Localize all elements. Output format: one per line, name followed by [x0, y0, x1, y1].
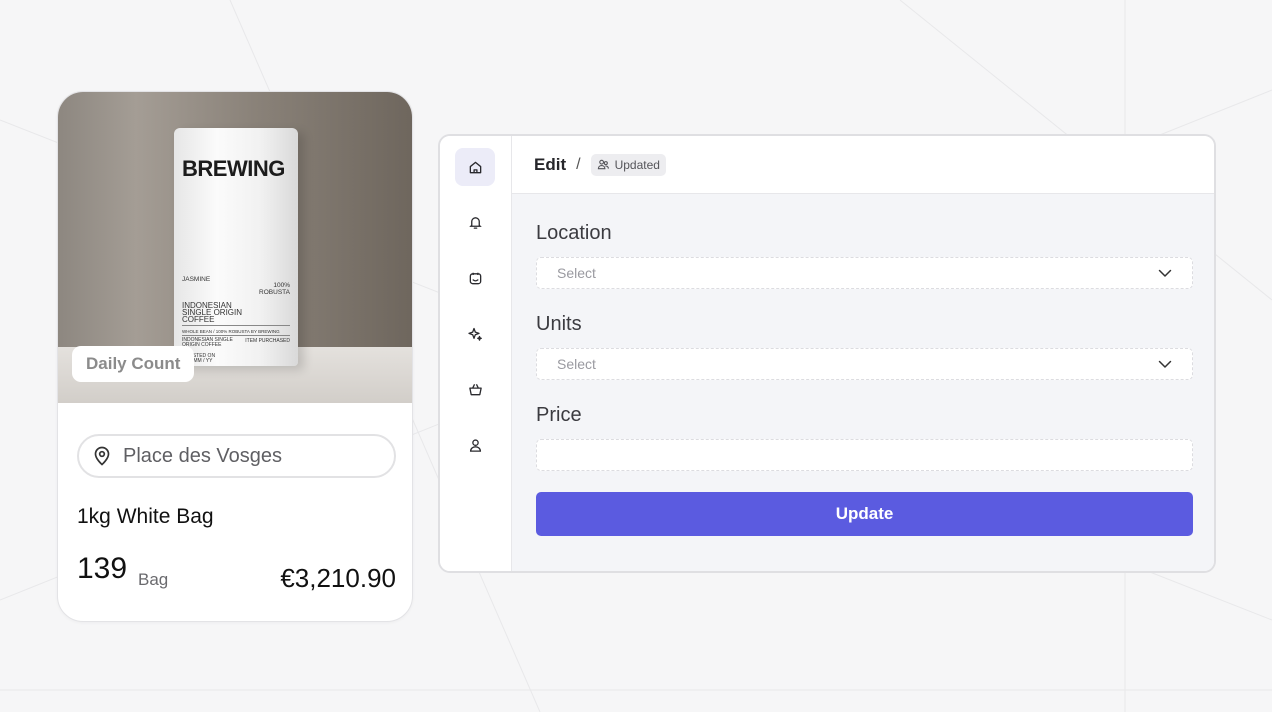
product-quantity: 139 [77, 552, 128, 585]
breadcrumb-title[interactable]: Edit [534, 155, 566, 175]
calendar-icon [468, 271, 483, 286]
sidebar-item-profile[interactable] [455, 426, 495, 464]
product-photo: BREWING JASMINE 100% ROBUSTA INDONESIAN … [58, 92, 412, 403]
bag-robusta-line2: ROBUSTA [259, 289, 290, 296]
update-button[interactable]: Update [536, 492, 1193, 536]
sidebar-item-highlights[interactable] [455, 315, 495, 353]
bag-origin-text: INDONESIAN SINGLE ORIGIN COFFEE [182, 301, 243, 324]
user-icon [468, 438, 483, 453]
sparkle-icon [467, 326, 483, 342]
home-icon [468, 160, 483, 175]
coffee-bag-image: BREWING JASMINE 100% ROBUSTA INDONESIAN … [174, 128, 298, 366]
units-select[interactable]: Select [536, 348, 1193, 380]
bag-bean-text: WHOLE BEAN / 100% ROBUSTA BY BREWING [182, 329, 280, 334]
units-label: Units [536, 313, 582, 335]
breadcrumb: Edit / Updated [512, 136, 1214, 194]
breadcrumb-separator: / [576, 155, 581, 173]
sidebar-item-calendar[interactable] [455, 259, 495, 297]
map-pin-icon [93, 446, 111, 466]
chevron-down-icon [1158, 269, 1172, 278]
chevron-down-icon [1158, 360, 1172, 369]
units-select-value: Select [557, 356, 596, 372]
bag-brand-text: BREWING [182, 156, 285, 181]
edit-panel: Edit / Updated Location Select Units Sel… [438, 134, 1216, 573]
bag-purchased-text: ITEM PURCHASED [245, 338, 290, 344]
product-price: €3,210.90 [280, 563, 396, 593]
status-badge: Updated [590, 153, 666, 176]
product-card[interactable]: BREWING JASMINE 100% ROBUSTA INDONESIAN … [57, 91, 413, 622]
bell-icon [468, 215, 483, 230]
bag-robusta-line1: 100% [273, 282, 290, 289]
bag-rule [182, 335, 290, 336]
price-label: Price [536, 404, 582, 426]
sidebar-item-home[interactable] [455, 148, 495, 186]
sidebar-item-basket[interactable] [455, 370, 495, 408]
status-text: Updated [614, 157, 660, 172]
price-input[interactable] [536, 439, 1193, 471]
sidebar [440, 136, 512, 571]
location-select[interactable]: Select [536, 257, 1193, 289]
users-icon [597, 158, 610, 171]
bag-rule [182, 325, 290, 326]
bag-variety-text: JASMINE [182, 276, 211, 283]
basket-icon [468, 382, 483, 397]
product-unit: Bag [138, 570, 169, 589]
location-pill[interactable]: Place des Vosges [77, 434, 396, 478]
sidebar-item-notifications[interactable] [455, 203, 495, 241]
location-text: Place des Vosges [123, 444, 282, 467]
location-select-value: Select [557, 265, 596, 281]
location-label: Location [536, 222, 612, 244]
edit-form: Location Select Units Select Price Updat… [512, 194, 1214, 571]
product-name: 1kg White Bag [77, 505, 214, 528]
daily-count-badge: Daily Count [72, 346, 195, 382]
